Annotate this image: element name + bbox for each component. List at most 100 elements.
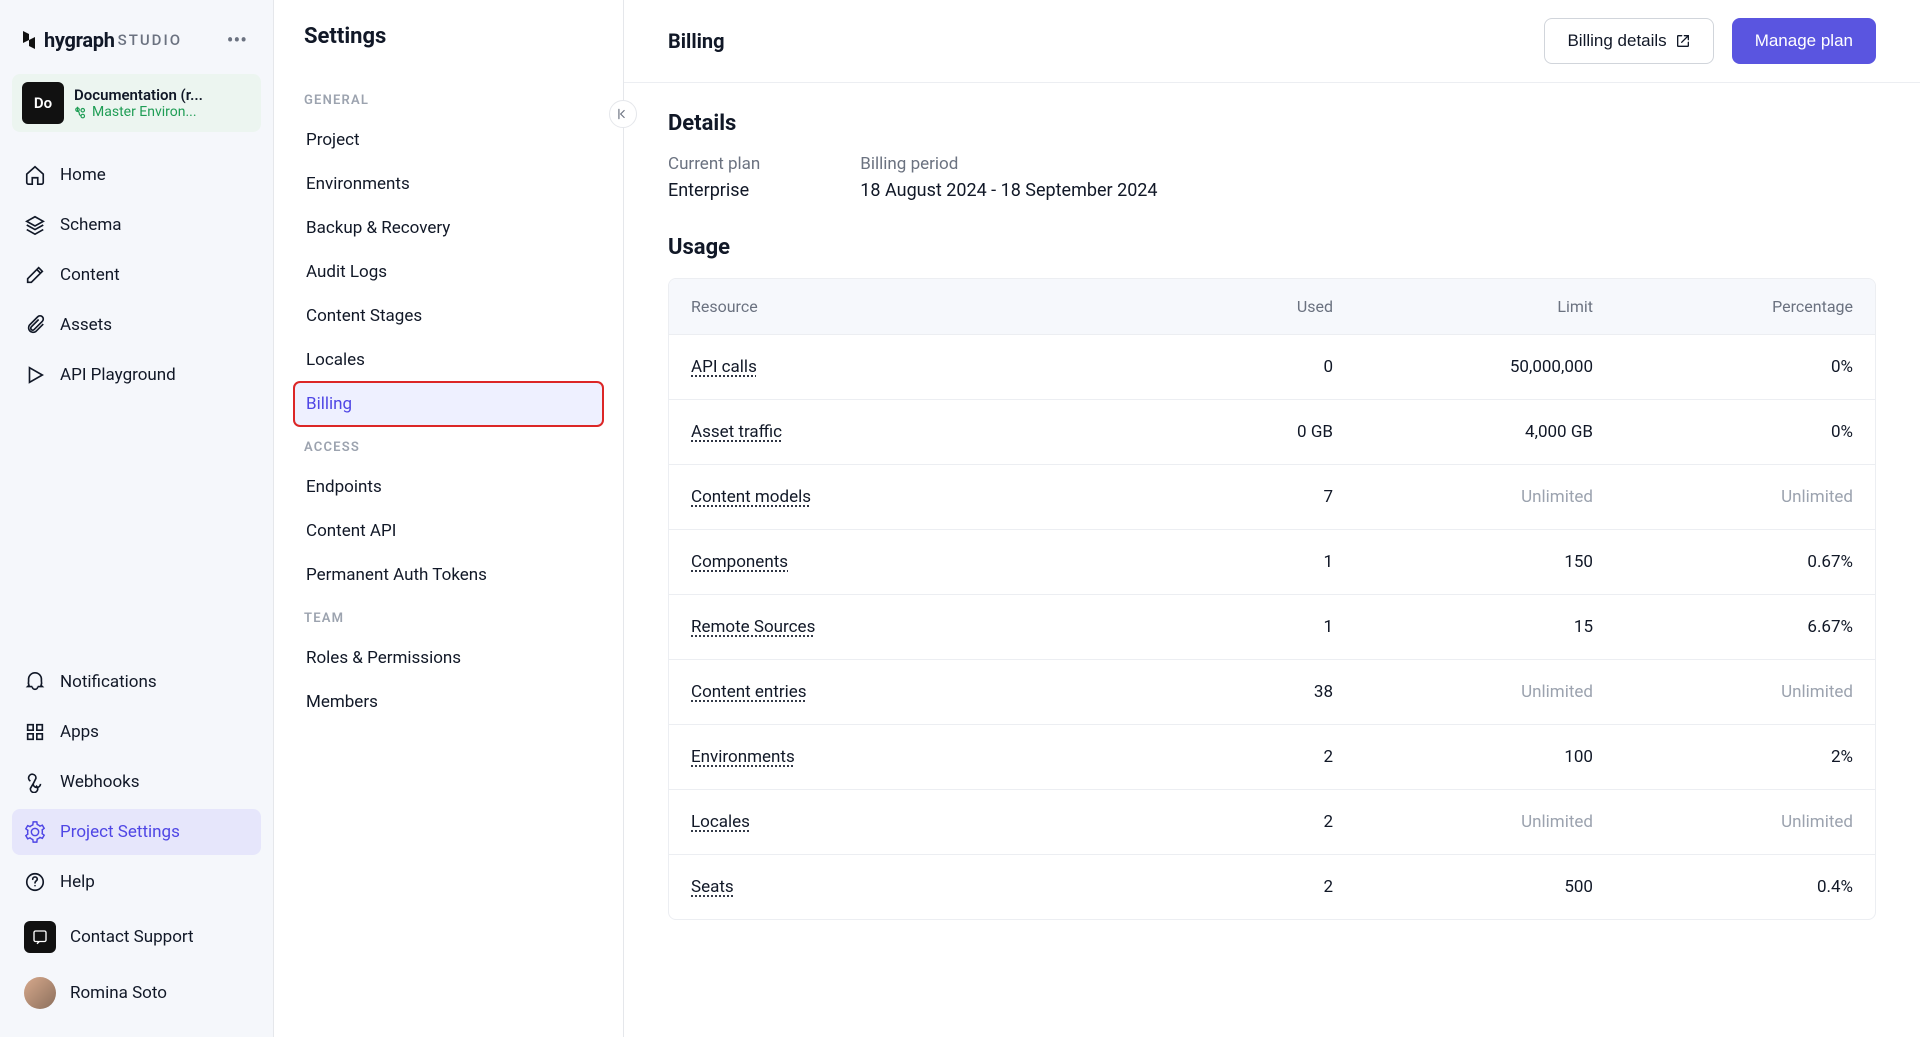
settings-item-permanent-auth-tokens[interactable]: Permanent Auth Tokens xyxy=(294,553,603,597)
usage-row: API calls050,000,0000% xyxy=(669,334,1875,399)
usage-table: Resource Used Limit Percentage API calls… xyxy=(668,278,1876,920)
resource-name[interactable]: Locales xyxy=(691,812,750,832)
project-environment: Master Environ... xyxy=(74,104,203,120)
nav-item-contact-support[interactable]: Contact Support xyxy=(12,909,261,965)
usage-table-header: Resource Used Limit Percentage xyxy=(669,279,1875,334)
resource-name[interactable]: Remote Sources xyxy=(691,617,815,637)
project-title: Documentation (r... xyxy=(74,86,203,104)
nav-item-api-playground[interactable]: API Playground xyxy=(12,352,261,398)
settings-item-environments[interactable]: Environments xyxy=(294,162,603,206)
nav-label: Assets xyxy=(60,315,112,335)
nav-item-schema[interactable]: Schema xyxy=(12,202,261,248)
resource-name[interactable]: Seats xyxy=(691,877,734,897)
nav-item-home[interactable]: Home xyxy=(12,152,261,198)
used-value: 0 xyxy=(1135,335,1355,399)
settings-item-audit-logs[interactable]: Audit Logs xyxy=(294,250,603,294)
nav-item-apps[interactable]: Apps xyxy=(12,709,261,755)
settings-item-content-stages[interactable]: Content Stages xyxy=(294,294,603,338)
usage-row: Seats25000.4% xyxy=(669,854,1875,919)
used-value: 0 GB xyxy=(1135,400,1355,464)
apps-icon xyxy=(24,721,46,743)
external-link-icon xyxy=(1675,33,1691,49)
project-selector[interactable]: Do Documentation (r... Master Environ... xyxy=(12,74,261,132)
user-profile[interactable]: Romina Soto xyxy=(12,965,261,1021)
nav-item-content[interactable]: Content xyxy=(12,252,261,298)
nav-label: Home xyxy=(60,165,106,185)
nav-label: API Playground xyxy=(60,365,176,385)
percentage-value: 2% xyxy=(1615,725,1875,789)
resource-name[interactable]: Content models xyxy=(691,487,811,507)
brand-suffix: STUDIO xyxy=(118,31,182,49)
used-value: 38 xyxy=(1135,660,1355,724)
usage-row: Content entries38UnlimitedUnlimited xyxy=(669,659,1875,724)
settings-item-billing[interactable]: Billing xyxy=(294,382,603,426)
used-value: 7 xyxy=(1135,465,1355,529)
sidebar-primary: hygraph STUDIO ••• Do Documentation (r..… xyxy=(0,0,274,1037)
settings-item-roles-permissions[interactable]: Roles & Permissions xyxy=(294,636,603,680)
percentage-value: 0.67% xyxy=(1615,530,1875,594)
settings-item-locales[interactable]: Locales xyxy=(294,338,603,382)
limit-value: 100 xyxy=(1355,725,1615,789)
gear-icon xyxy=(24,821,46,843)
stack-icon xyxy=(24,214,46,236)
current-plan-label: Current plan xyxy=(668,154,760,174)
nav-item-webhooks[interactable]: Webhooks xyxy=(12,759,261,805)
settings-item-members[interactable]: Members xyxy=(294,680,603,724)
billing-details-button[interactable]: Billing details xyxy=(1544,18,1713,64)
settings-group-general: GENERAL xyxy=(294,79,603,118)
col-percentage: Percentage xyxy=(1615,279,1875,334)
manage-plan-button[interactable]: Manage plan xyxy=(1732,18,1876,64)
col-resource: Resource xyxy=(669,279,1135,334)
resource-name[interactable]: Environments xyxy=(691,747,795,767)
percentage-value: 0% xyxy=(1615,400,1875,464)
nav-label: Schema xyxy=(60,215,122,235)
branch-icon xyxy=(74,105,88,119)
limit-value: Unlimited xyxy=(1355,465,1615,529)
settings-item-content-api[interactable]: Content API xyxy=(294,509,603,553)
limit-value: 15 xyxy=(1355,595,1615,659)
nav-label: Apps xyxy=(60,722,99,742)
used-value: 1 xyxy=(1135,530,1355,594)
settings-item-project[interactable]: Project xyxy=(294,118,603,162)
project-avatar: Do xyxy=(22,82,64,124)
resource-name[interactable]: Components xyxy=(691,552,788,572)
details-grid: Current plan Enterprise Billing period 1… xyxy=(668,154,1876,201)
nav-secondary: Notifications Apps Webhooks Project Setting… xyxy=(12,659,261,965)
resource-name[interactable]: Asset traffic xyxy=(691,422,782,442)
used-value: 2 xyxy=(1135,725,1355,789)
settings-group-access: ACCESS xyxy=(294,426,603,465)
nav-label: Webhooks xyxy=(60,772,140,792)
nav-item-project-settings[interactable]: Project Settings xyxy=(12,809,261,855)
settings-item-endpoints[interactable]: Endpoints xyxy=(294,465,603,509)
resource-name[interactable]: Content entries xyxy=(691,682,807,702)
usage-row: Remote Sources1156.67% xyxy=(669,594,1875,659)
usage-row: Environments 21002% xyxy=(669,724,1875,789)
resource-name[interactable]: API calls xyxy=(691,357,757,377)
limit-value: Unlimited xyxy=(1355,790,1615,854)
nav-item-help[interactable]: Help xyxy=(12,859,261,905)
nav-item-assets[interactable]: Assets xyxy=(12,302,261,348)
settings-subnav: Settings GENERALProjectEnvironmentsBacku… xyxy=(274,0,624,1037)
settings-item-backup-recovery[interactable]: Backup & Recovery xyxy=(294,206,603,250)
nav-item-notifications[interactable]: Notifications xyxy=(12,659,261,705)
percentage-value: Unlimited xyxy=(1615,660,1875,724)
bell-icon xyxy=(24,671,46,693)
nav-primary: Home Schema Content Assets API Playground xyxy=(12,152,261,398)
billing-period-value: 18 August 2024 - 18 September 2024 xyxy=(860,180,1157,201)
usage-row: Asset traffic0 GB4,000 GB0% xyxy=(669,399,1875,464)
help-icon xyxy=(24,871,46,893)
page-title: Billing xyxy=(668,29,725,53)
collapse-sidebar-button[interactable] xyxy=(609,100,637,128)
usage-row: Content models7UnlimitedUnlimited xyxy=(669,464,1875,529)
user-name: Romina Soto xyxy=(70,983,167,1003)
nav-label: Help xyxy=(60,872,95,892)
usage-row: Locales2UnlimitedUnlimited xyxy=(669,789,1875,854)
percentage-value: Unlimited xyxy=(1615,465,1875,529)
avatar xyxy=(24,977,56,1009)
main-content: Billing Billing details Manage plan Deta… xyxy=(624,0,1920,1037)
more-menu-button[interactable]: ••• xyxy=(221,24,253,56)
percentage-value: 6.67% xyxy=(1615,595,1875,659)
brand-name: hygraph xyxy=(44,28,115,52)
col-used: Used xyxy=(1135,279,1355,334)
brand-logo[interactable]: hygraph STUDIO xyxy=(20,28,182,52)
